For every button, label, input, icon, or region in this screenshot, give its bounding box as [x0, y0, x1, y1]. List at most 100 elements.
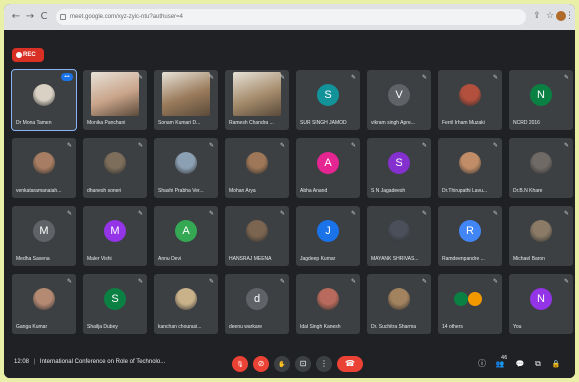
participant-name: S N Jagadeesh: [371, 188, 406, 194]
hand-icon: ✋: [278, 361, 286, 368]
mic-muted-icon: ✎: [280, 210, 286, 217]
participant-tile[interactable]: ✎ Dr.B.N Khare: [509, 138, 573, 198]
participant-tile[interactable]: d ✎ deenu warkare: [225, 274, 289, 334]
participant-tile[interactable]: ✎ kanchan chourasi...: [154, 274, 218, 334]
mic-muted-icon: ✎: [422, 142, 428, 149]
participant-photo: [388, 220, 410, 242]
present-button[interactable]: ⊡: [295, 356, 311, 372]
browser-toolbar: ← → C meet.google.com/xyz-zyic-ntu?authu…: [4, 4, 575, 30]
participant-tile[interactable]: ✎ Idal Singh Kanesh: [296, 274, 360, 334]
participant-avatar: S: [104, 288, 126, 310]
speaking-indicator-icon: •••: [61, 73, 73, 81]
mic-muted-icon: ✎: [351, 142, 357, 149]
participant-name: deenu warkare: [229, 324, 263, 330]
mic-muted-icon: ✎: [564, 74, 570, 81]
people-button[interactable]: 👥 46: [494, 355, 508, 370]
mic-muted-icon: ✎: [67, 278, 73, 285]
participant-name: Monika Panchani: [87, 120, 126, 126]
lock-icon: 🔒: [551, 360, 561, 368]
participant-name: NCRD 2016: [513, 120, 540, 126]
participant-tile[interactable]: S ✎ S N Jagadeesh: [367, 138, 431, 198]
participant-avatar: M: [104, 220, 126, 242]
participant-tile[interactable]: R ✎ Ramdeenpandre ...: [438, 206, 502, 266]
chat-icon: 💬: [515, 360, 525, 368]
more-options-button[interactable]: ⋮: [316, 356, 332, 372]
address-bar[interactable]: meet.google.com/xyz-zyic-ntu?authuser=4: [56, 9, 526, 25]
participant-tile[interactable]: N ✎ You: [509, 274, 573, 334]
people-count: 46: [501, 355, 508, 361]
participant-avatar: d: [246, 288, 268, 310]
share-icon[interactable]: ⇪: [531, 10, 543, 22]
participant-tile[interactable]: ✎ Monika Panchani: [83, 70, 147, 130]
participant-tile[interactable]: A ✎ Annu Devi: [154, 206, 218, 266]
participant-tile[interactable]: V ✎ vikram singh Apre...: [367, 70, 431, 130]
rec-dot-icon: [16, 52, 22, 58]
participant-photo: [459, 84, 481, 106]
leave-call-button[interactable]: ☎: [337, 356, 363, 372]
participant-tile[interactable]: J ✎ Jagdeep Kumar: [296, 206, 360, 266]
participant-photo: [246, 152, 268, 174]
info-button[interactable]: ⓘ: [476, 358, 488, 370]
star-icon[interactable]: ☆: [544, 10, 556, 22]
meeting-time: 12:08: [14, 359, 30, 365]
camera-button[interactable]: ⊘: [253, 356, 269, 372]
participant-tile[interactable]: ✎ Dr.Thirupathi Lavu...: [438, 138, 502, 198]
participant-tile[interactable]: ✎ MAYANK SHRIVAS...: [367, 206, 431, 266]
participant-photo: [175, 288, 197, 310]
participant-tile[interactable]: ✎ venkataramanaiah...: [12, 138, 76, 198]
participant-name: Jagdeep Kumar: [300, 256, 336, 262]
participant-tile[interactable]: ✎ Ferril Irham Muzaki: [438, 70, 502, 130]
participant-photo: [530, 220, 552, 242]
participant-photo: [104, 152, 126, 174]
mic-muted-icon: ✎: [351, 278, 357, 285]
participant-tile[interactable]: ✎ dhanesh soneri: [83, 138, 147, 198]
mic-muted-icon: ✎: [422, 74, 428, 81]
activities-button[interactable]: ⧉: [532, 358, 544, 370]
participant-tile[interactable]: ✎ Shashi Prabha Ver...: [154, 138, 218, 198]
mic-muted-icon: ✎: [138, 278, 144, 285]
participant-tile[interactable]: S ✎ SUR SINGH JAMOD: [296, 70, 360, 130]
participant-tile[interactable]: ✎ 14 others: [438, 274, 502, 334]
participant-tile[interactable]: ✎ Ganga Kumar: [12, 274, 76, 334]
participant-name: MAYANK SHRIVAS...: [371, 256, 419, 262]
back-icon[interactable]: ←: [10, 11, 22, 23]
forward-icon[interactable]: →: [24, 11, 36, 23]
participant-tile[interactable]: ✎ Ramesh Chandra ...: [225, 70, 289, 130]
participant-tile[interactable]: A ✎ Abha Anand: [296, 138, 360, 198]
mic-muted-icon: ✎: [351, 74, 357, 81]
participant-name: Dr. Suchitra Sharma: [371, 324, 417, 330]
mic-muted-icon: ✎: [493, 142, 499, 149]
meeting-details: 12:08 | International Conference on Role…: [14, 359, 165, 365]
mic-muted-icon: ✎: [493, 210, 499, 217]
participant-name: Ramesh Chandra ...: [229, 120, 274, 126]
participant-tile[interactable]: ✎ Mohan Arya: [225, 138, 289, 198]
camera-off-icon: ⊘: [257, 359, 265, 368]
meeting-title: International Conference on Role of Tech…: [39, 359, 166, 365]
reload-icon[interactable]: C: [38, 11, 50, 23]
raise-hand-button[interactable]: ✋: [274, 356, 290, 372]
participant-avatar: A: [317, 152, 339, 174]
participant-tile[interactable]: M ✎ Maler Vishi: [83, 206, 147, 266]
participant-avatar: A: [175, 220, 197, 242]
participant-tile[interactable]: ✎ HANSRAJ MEENA: [225, 206, 289, 266]
participant-photo: [33, 152, 55, 174]
participant-photo: [388, 288, 410, 310]
mic-button[interactable]: 🎙: [232, 356, 248, 372]
participant-photo: [175, 152, 197, 174]
participant-name: Shailja Dubey: [87, 324, 118, 330]
participant-tile[interactable]: ✎ Dr. Suchitra Sharma: [367, 274, 431, 334]
participant-tile[interactable]: N ✎ NCRD 2016: [509, 70, 573, 130]
mic-muted-icon: ✎: [422, 278, 428, 285]
participant-tile[interactable]: M ✎ Medha Saxena: [12, 206, 76, 266]
participant-tile[interactable]: ✎ Sonam Kumari D...: [154, 70, 218, 130]
chat-button[interactable]: 💬: [514, 358, 526, 370]
participant-name: HANSRAJ MEENA: [229, 256, 272, 262]
participant-photo: [33, 84, 55, 106]
mic-muted-icon: ✎: [67, 210, 73, 217]
host-controls-button[interactable]: 🔒: [550, 358, 562, 370]
participant-tile[interactable]: ✎ Michael Baron: [509, 206, 573, 266]
participant-tile[interactable]: ••• Dr Mona Tamen: [11, 69, 77, 131]
menu-icon[interactable]: ⋮: [565, 10, 574, 22]
participant-tile[interactable]: S ✎ Shailja Dubey: [83, 274, 147, 334]
rec-label: REC: [23, 52, 36, 58]
